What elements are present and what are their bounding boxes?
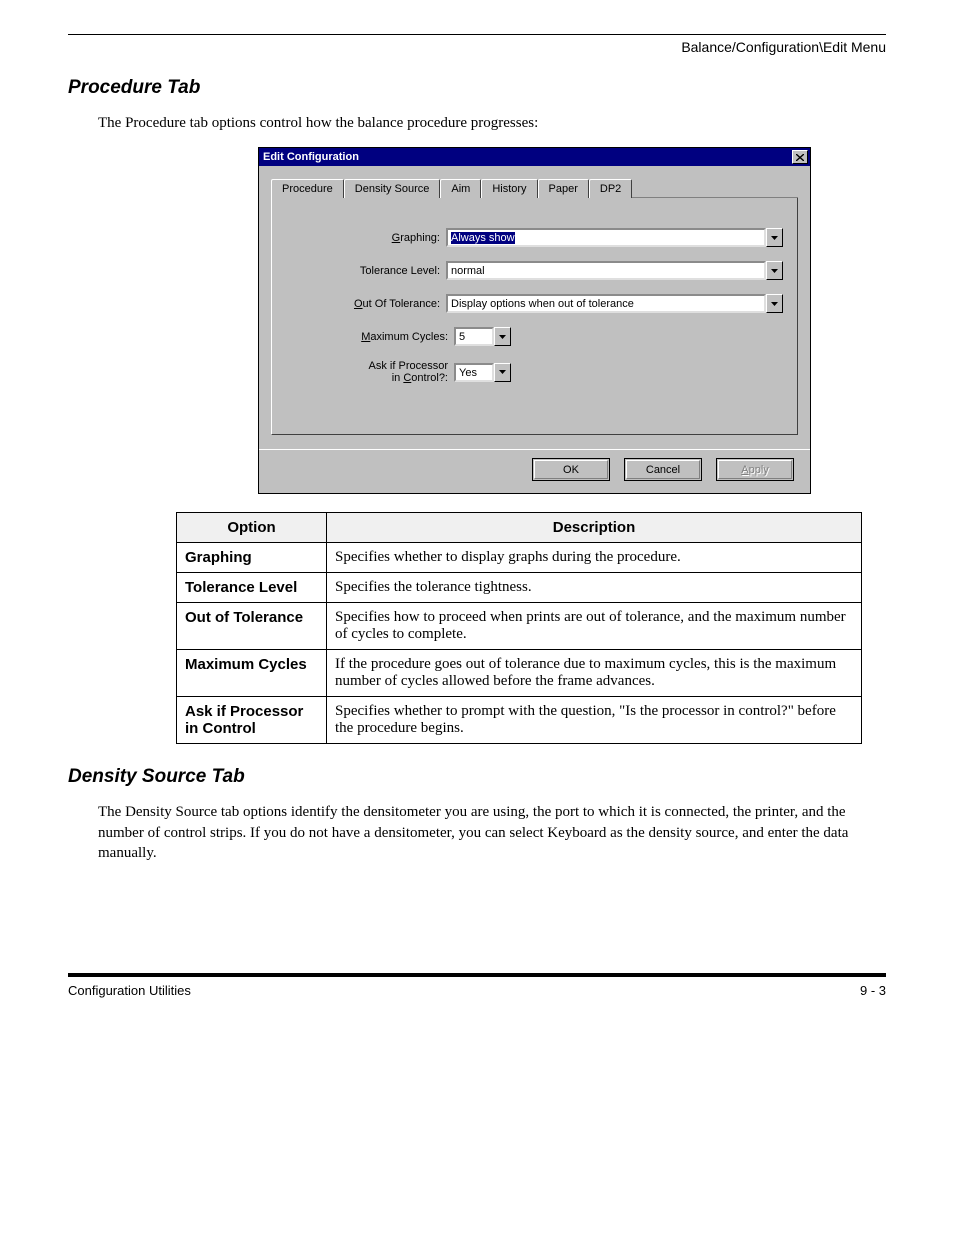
dialog-titlebar: Edit Configuration xyxy=(259,148,810,166)
label-out-of-tolerance: Out Of Tolerance: xyxy=(286,298,446,310)
ok-button[interactable]: OK xyxy=(532,458,610,481)
dropdown-button[interactable] xyxy=(494,327,511,346)
section-heading-procedure: Procedure Tab xyxy=(68,77,886,99)
section-heading-density-source: Density Source Tab xyxy=(68,766,886,788)
tab-panel-procedure: Graphing: Always show Tolerance Level: n… xyxy=(271,198,798,435)
label-maximum-cycles: Maximum Cycles: xyxy=(286,331,454,343)
header-right: Balance/Configuration\Edit Menu xyxy=(68,39,886,55)
close-icon xyxy=(796,154,804,161)
tab-density-source[interactable]: Density Source xyxy=(344,179,441,198)
tabstrip: Procedure Density Source Aim History Pap… xyxy=(271,176,798,198)
label-tolerance-level: Tolerance Level: xyxy=(286,265,446,277)
ask-processor-dropdown[interactable]: Yes xyxy=(454,363,511,382)
dialog-title: Edit Configuration xyxy=(263,150,359,164)
chevron-down-icon xyxy=(771,302,778,306)
label-ask-processor: Ask if Processor in Control?: xyxy=(286,360,454,384)
table-row: Out of ToleranceSpecifies how to proceed… xyxy=(177,603,862,650)
footer-right: 9 - 3 xyxy=(860,983,886,998)
tab-history[interactable]: History xyxy=(481,179,537,198)
dropdown-button[interactable] xyxy=(766,261,783,280)
density-source-text: The Density Source tab options identify … xyxy=(98,802,886,863)
chevron-down-icon xyxy=(499,370,506,374)
dropdown-button[interactable] xyxy=(766,228,783,247)
maximum-cycles-dropdown[interactable]: 5 xyxy=(454,327,511,346)
edit-configuration-dialog: Edit Configuration Procedure Density Sou… xyxy=(258,147,811,494)
tab-aim[interactable]: Aim xyxy=(440,179,481,198)
label-graphing: Graphing: xyxy=(286,232,446,244)
close-button[interactable] xyxy=(792,150,808,164)
footer-left: Configuration Utilities xyxy=(68,983,191,998)
tab-dp2[interactable]: DP2 xyxy=(589,179,632,198)
apply-button[interactable]: Apply xyxy=(716,458,794,481)
page-footer: Configuration Utilities 9 - 3 xyxy=(68,973,886,998)
tolerance-level-dropdown[interactable]: normal xyxy=(446,261,783,280)
dropdown-button[interactable] xyxy=(494,363,511,382)
table-row: Tolerance LevelSpecifies the tolerance t… xyxy=(177,573,862,603)
tab-procedure[interactable]: Procedure xyxy=(271,179,344,198)
options-table: Option Description GraphingSpecifies whe… xyxy=(176,512,862,744)
intro-text: The Procedure tab options control how th… xyxy=(98,113,886,133)
dropdown-button[interactable] xyxy=(766,294,783,313)
chevron-down-icon xyxy=(499,335,506,339)
out-of-tolerance-dropdown[interactable]: Display options when out of tolerance xyxy=(446,294,783,313)
table-header-option: Option xyxy=(177,513,327,543)
table-header-description: Description xyxy=(327,513,862,543)
tab-paper[interactable]: Paper xyxy=(538,179,589,198)
chevron-down-icon xyxy=(771,269,778,273)
table-row: Ask if Processor in ControlSpecifies whe… xyxy=(177,697,862,744)
chevron-down-icon xyxy=(771,236,778,240)
cancel-button[interactable]: Cancel xyxy=(624,458,702,481)
graphing-dropdown[interactable]: Always show xyxy=(446,228,783,247)
table-row: Maximum CyclesIf the procedure goes out … xyxy=(177,650,862,697)
table-row: GraphingSpecifies whether to display gra… xyxy=(177,543,862,573)
